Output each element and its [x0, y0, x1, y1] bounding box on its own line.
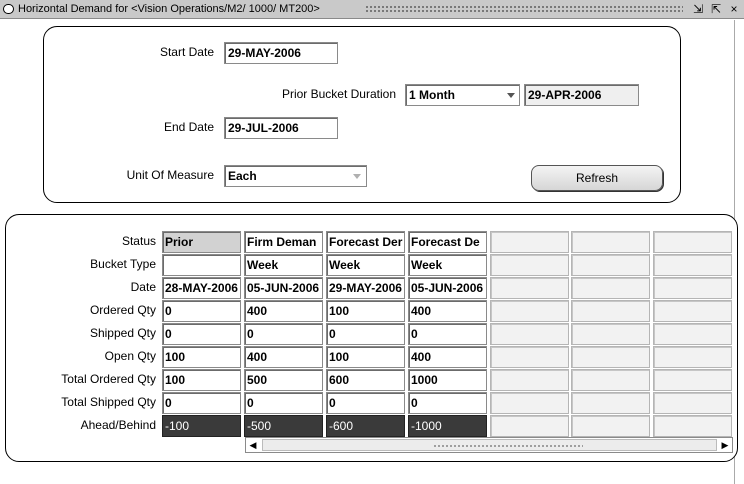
grid-cell-ahead-behind[interactable]: -500 [244, 415, 323, 437]
grid-cell-status[interactable]: Forecast Der [326, 231, 405, 253]
prior-bucket-duration-select[interactable]: 1 Month [405, 84, 520, 106]
horizontal-scrollbar[interactable]: ◀ ▶ [245, 437, 733, 453]
prior-bucket-duration-value: 1 Month [409, 88, 455, 102]
grid-cell-ordered-qty[interactable] [653, 300, 732, 322]
grid-cell-shipped-qty[interactable]: 0 [162, 323, 241, 345]
grid-cell-date[interactable]: 28-MAY-2006 [162, 277, 241, 299]
prior-bucket-date-field: 29-APR-2006 [524, 84, 639, 106]
maximize-icon[interactable]: ⇱ [710, 1, 722, 17]
grid-cell-ordered-qty[interactable]: 400 [244, 300, 323, 322]
grid-cell-shipped-qty[interactable] [653, 323, 732, 345]
end-date-label: End Date [163, 120, 214, 134]
chevron-down-icon[interactable] [507, 93, 515, 98]
grid-cell-date[interactable]: 29-MAY-2006 [326, 277, 405, 299]
grid-cell-ahead-behind[interactable] [571, 415, 650, 437]
grid-cell-total-ordered-qty[interactable] [571, 369, 650, 391]
grid-cell-status[interactable]: Prior [162, 231, 241, 253]
grid-cell-bucket-type[interactable] [162, 254, 241, 276]
refresh-button[interactable]: Refresh [531, 165, 663, 191]
grid-cell-bucket-type[interactable] [653, 254, 732, 276]
row-label-bucket-type: Bucket Type [90, 257, 156, 271]
grid-cell-total-ordered-qty[interactable]: 100 [162, 369, 241, 391]
grid-cell-total-ordered-qty[interactable]: 1000 [408, 369, 487, 391]
scroll-left-icon[interactable]: ◀ [246, 438, 260, 452]
grid-cell-bucket-type[interactable] [571, 254, 650, 276]
grid-cell-status[interactable]: Firm Deman [244, 231, 323, 253]
grid-cell-ahead-behind[interactable]: -1000 [408, 415, 487, 437]
grid-cell-total-shipped-qty[interactable]: 0 [326, 392, 405, 414]
grid-cell-open-qty[interactable]: 100 [162, 346, 241, 368]
grid-cell-total-ordered-qty[interactable]: 500 [244, 369, 323, 391]
grid-cell-total-shipped-qty[interactable]: 0 [162, 392, 241, 414]
unit-of-measure-select[interactable]: Each [224, 165, 367, 187]
grid-cell-total-shipped-qty[interactable]: 0 [408, 392, 487, 414]
grid-cell-status[interactable] [653, 231, 732, 253]
grid-cell-open-qty[interactable] [653, 346, 732, 368]
prior-bucket-duration-label: Prior Bucket Duration [281, 87, 396, 101]
row-label-shipped-qty: Shipped Qty [89, 326, 156, 340]
grid-cell-status[interactable]: Forecast De [408, 231, 487, 253]
grid-cell-bucket-type[interactable]: Week [244, 254, 323, 276]
grid-cell-total-shipped-qty[interactable] [653, 392, 732, 414]
grid-cell-status[interactable] [571, 231, 650, 253]
grid-cell-ordered-qty[interactable] [490, 300, 569, 322]
grid-cell-ordered-qty[interactable] [571, 300, 650, 322]
title-bar-grip [365, 5, 683, 14]
end-date-field[interactable]: 29-JUL-2006 [224, 117, 338, 139]
grid-cell-status[interactable] [490, 231, 569, 253]
grid-cell-shipped-qty[interactable]: 0 [408, 323, 487, 345]
grid-cell-ahead-behind[interactable] [490, 415, 569, 437]
window-title: Horizontal Demand for <Vision Operations… [18, 3, 320, 15]
grid-cell-ahead-behind[interactable] [653, 415, 732, 437]
unit-of-measure-value: Each [228, 169, 257, 183]
grid-cell-shipped-qty[interactable]: 0 [326, 323, 405, 345]
grid-cell-bucket-type[interactable]: Week [408, 254, 487, 276]
grid-cell-date[interactable] [653, 277, 732, 299]
grid-cell-ahead-behind[interactable]: -600 [326, 415, 405, 437]
grid-cell-total-shipped-qty[interactable] [571, 392, 650, 414]
refresh-button-label: Refresh [575, 171, 619, 185]
title-bar[interactable]: Horizontal Demand for <Vision Operations… [0, 0, 744, 19]
scroll-right-icon[interactable]: ▶ [718, 438, 732, 452]
grid-cell-open-qty[interactable] [490, 346, 569, 368]
minimize-icon[interactable]: ⇲ [692, 1, 704, 17]
row-label-ordered-qty: Ordered Qty [89, 303, 156, 317]
close-icon[interactable]: × [728, 1, 740, 17]
unit-of-measure-label: Unit Of Measure [126, 168, 214, 182]
row-label-date: Date [130, 280, 156, 294]
grid-cell-shipped-qty[interactable]: 0 [244, 323, 323, 345]
grid-cell-date[interactable] [571, 277, 650, 299]
grid-cell-total-ordered-qty[interactable] [653, 369, 732, 391]
row-label-status: Status [121, 234, 156, 248]
grid-cell-bucket-type[interactable] [490, 254, 569, 276]
grid-cell-shipped-qty[interactable] [490, 323, 569, 345]
row-label-open-qty: Open Qty [104, 349, 156, 363]
grid-cell-shipped-qty[interactable] [571, 323, 650, 345]
window-menu-icon[interactable] [3, 4, 14, 14]
grid-cell-open-qty[interactable]: 100 [326, 346, 405, 368]
row-label-ahead-behind: Ahead/Behind [80, 418, 156, 432]
grid-cell-open-qty[interactable]: 400 [408, 346, 487, 368]
grid-cell-total-ordered-qty[interactable] [490, 369, 569, 391]
row-label-total-shipped-qty: Total Shipped Qty [61, 395, 156, 409]
row-label-total-ordered-qty: Total Ordered Qty [61, 372, 156, 386]
grid-cell-open-qty[interactable] [571, 346, 650, 368]
chevron-down-icon[interactable] [353, 174, 361, 179]
grid-cell-open-qty[interactable]: 400 [244, 346, 323, 368]
start-date-field[interactable]: 29-MAY-2006 [224, 42, 338, 64]
grid-cell-ordered-qty[interactable]: 400 [408, 300, 487, 322]
grid-cell-date[interactable]: 05-JUN-2006 [244, 277, 323, 299]
grid-cell-total-shipped-qty[interactable]: 0 [244, 392, 323, 414]
grid-cell-ordered-qty[interactable]: 100 [326, 300, 405, 322]
scrollbar-thumb[interactable] [262, 439, 717, 451]
grid-cell-ahead-behind[interactable]: -100 [162, 415, 241, 437]
start-date-label: Start Date [159, 45, 214, 59]
grid-cell-date[interactable] [490, 277, 569, 299]
grid-cell-date[interactable]: 05-JUN-2006 [408, 277, 487, 299]
grid-cell-total-shipped-qty[interactable] [490, 392, 569, 414]
grid-cell-total-ordered-qty[interactable]: 600 [326, 369, 405, 391]
grid-cell-ordered-qty[interactable]: 0 [162, 300, 241, 322]
grid-cell-bucket-type[interactable]: Week [326, 254, 405, 276]
